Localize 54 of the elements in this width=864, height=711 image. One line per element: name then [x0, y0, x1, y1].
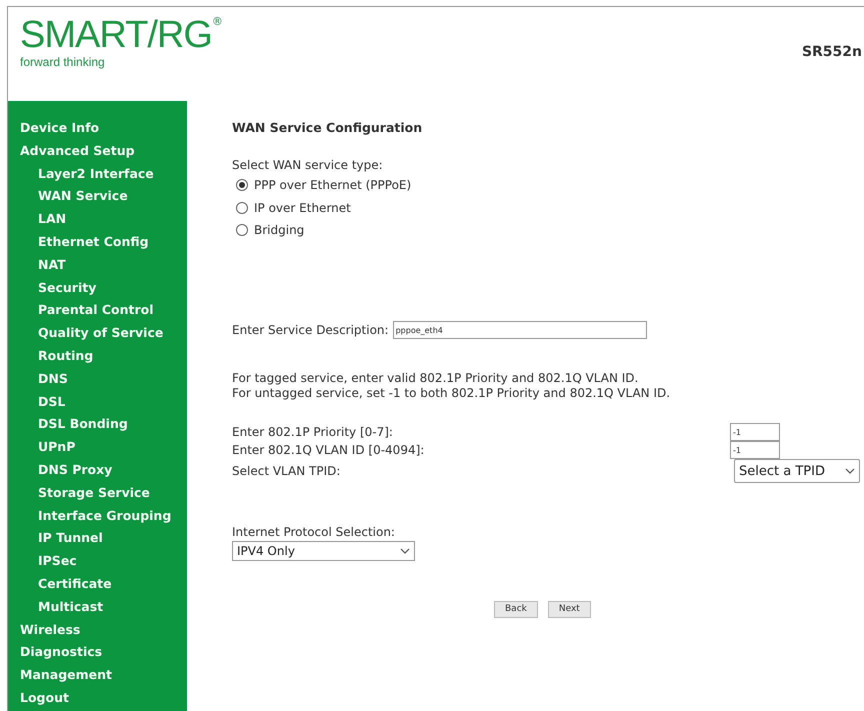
sidebar-item[interactable]: Advanced Setup — [8, 140, 187, 163]
sidebar-item[interactable]: NAT — [8, 254, 187, 277]
sidebar-item[interactable]: DSL — [8, 390, 187, 414]
field-label: Select WAN service type: — [232, 156, 384, 174]
sidebar-item[interactable]: Parental Control — [8, 299, 187, 322]
sidebar-item[interactable]: Security — [8, 276, 187, 300]
sidebar-item[interactable]: Quality of Service — [8, 322, 187, 345]
priority-field[interactable]: -1 — [730, 423, 780, 442]
radio-option[interactable]: IP over Ethernet — [236, 196, 864, 219]
registered-mark: ® — [212, 15, 223, 29]
field-label: Enter 802.1P Priority [0-7]: — [232, 424, 393, 442]
sidebar-item[interactable]: UPnP — [8, 436, 187, 459]
sidebar-item[interactable]: LAN — [8, 208, 187, 231]
sidebar-item[interactable]: WAN Service — [8, 185, 187, 208]
field-label: Enter 802.1Q VLAN ID [0-4094]: — [232, 442, 424, 460]
sidebar-item[interactable]: Routing — [8, 344, 187, 368]
sidebar-item[interactable]: Storage Service — [8, 482, 187, 505]
back-button[interactable]: Back — [494, 601, 538, 618]
help-text: For tagged service, enter valid 802.1P Priority and 802.1Q VLAN ID. — [232, 371, 640, 386]
field-label: Internet Protocol Selection: — [232, 524, 396, 542]
sidebar-item[interactable]: DSL Bonding — [8, 413, 187, 436]
sidebar-item[interactable]: Interface Grouping — [8, 504, 187, 528]
sidebar-item[interactable]: Logout — [8, 686, 187, 710]
vlan-id-field[interactable]: -1 — [730, 441, 780, 460]
page-title: WAN Service Configuration — [232, 119, 424, 137]
sidebar-item[interactable]: Management — [8, 664, 187, 687]
description-field[interactable]: pppoe_eth4 — [392, 321, 647, 340]
sidebar-item[interactable]: DNS — [8, 368, 187, 391]
sidebar-item[interactable]: Multicast — [8, 596, 187, 619]
sidebar-item[interactable]: Diagnostics — [8, 641, 187, 664]
sidebar-item[interactable]: Device Info — [8, 117, 187, 140]
sidebar-item[interactable]: IP Tunnel — [8, 527, 187, 550]
field-label: Select VLAN TPID: — [232, 463, 340, 480]
model-name: SR552n — [802, 43, 862, 62]
caret-icon — [400, 548, 410, 554]
logo-tagline: forward thinking — [20, 55, 106, 69]
radio-button[interactable] — [236, 224, 248, 236]
radio-button[interactable] — [236, 202, 248, 214]
help-text: For untagged service, set -1 to both 802.1P Priority and 802.1Q VLAN ID. — [232, 386, 672, 402]
sidebar-item[interactable]: Layer2 Interface — [8, 162, 187, 186]
tpid-dropdown[interactable]: Select a TPID — [734, 459, 860, 484]
protocol-dropdown[interactable]: IPV4 Only — [232, 541, 415, 562]
field-label: Enter Service Description: — [232, 322, 389, 340]
sidebar-item[interactable]: IPSec — [8, 550, 187, 573]
sidebar-item[interactable]: Wireless — [8, 618, 187, 642]
sidebar-item[interactable]: DNS Proxy — [8, 458, 187, 482]
radio-option[interactable]: Bridging — [236, 218, 864, 242]
sidebar-item[interactable]: Ethernet Config — [8, 230, 187, 254]
logo-wordmark: SMART/RG — [20, 15, 212, 55]
sidebar-item[interactable]: Certificate — [8, 572, 187, 596]
caret-icon — [845, 468, 855, 474]
next-button[interactable]: Next — [548, 601, 591, 618]
radio-option[interactable]: PPP over Ethernet (PPPoE) — [236, 174, 864, 196]
radio-button[interactable] — [236, 179, 248, 191]
